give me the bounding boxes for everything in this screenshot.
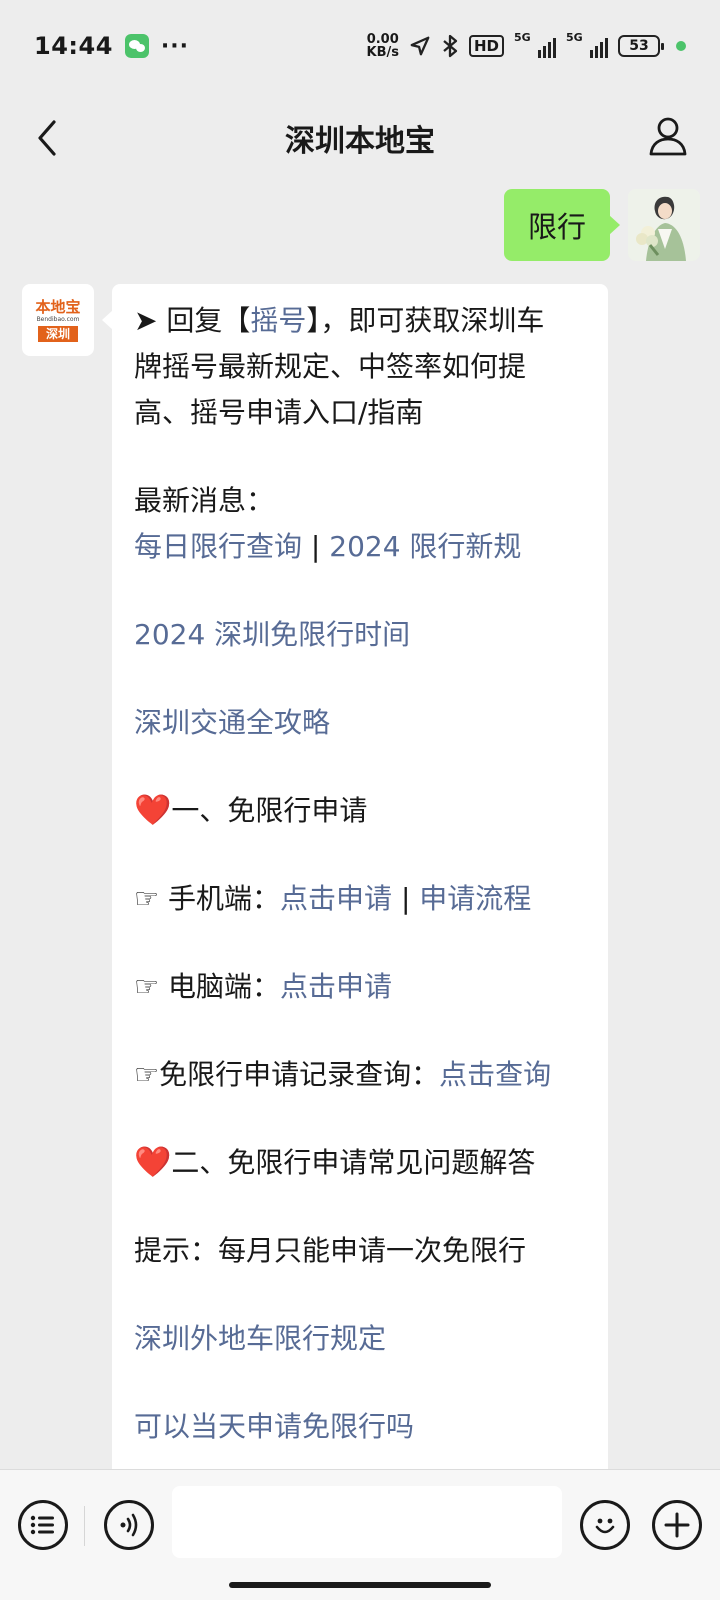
heart-icon: ❤️ [134, 793, 172, 828]
tip-text: 提示：每月只能申请一次免限行 [134, 1234, 527, 1267]
mobile-process-link[interactable]: 申请流程 [419, 882, 531, 915]
voice-icon [120, 1513, 138, 1537]
signal-icon: 5G [514, 31, 556, 58]
voice-button[interactable] [104, 1500, 154, 1550]
record-row: ☞免限行申请记录查询：点击查询 [134, 1052, 586, 1098]
user-avatar-illustration [628, 189, 700, 261]
incoming-message: 本地宝 Bendibao.com 深圳 ➤ 回复【摇号】，即可获取深圳车 牌摇号… [22, 284, 608, 1490]
signal-icon-2: 5G [566, 31, 608, 58]
bot-logo-city: 深圳 [37, 325, 78, 342]
keyword-link-yaohao[interactable]: 摇号 [250, 304, 306, 337]
intro-suffix: 】，即可获取深圳车 [306, 304, 545, 337]
user-avatar[interactable] [628, 189, 700, 261]
exempt-time-2024-link[interactable]: 2024 深圳免限行时间 [134, 612, 586, 658]
nav-bar: 深圳本地宝 [0, 92, 720, 184]
mobile-apply-link[interactable]: 点击申请 [280, 882, 392, 915]
incoming-bubble: ➤ 回复【摇号】，即可获取深圳车 牌摇号最新规定、中签率如何提 高、摇号申请入口… [102, 284, 608, 1490]
chat-area[interactable]: 限行 本地宝 Bendibao.com 深圳 ➤ 回复【摇号】，即可获取深圳车 [0, 184, 720, 1490]
bot-logo-text: 本地宝 [35, 297, 81, 316]
profile-icon[interactable] [646, 114, 690, 158]
outgoing-text: 限行 [527, 210, 586, 244]
bottom-toolbar [0, 1469, 720, 1600]
net-speed-unit: KB/s [366, 45, 399, 60]
hd-icon: HD [468, 35, 504, 57]
section2-heading: ❤️二、免限行申请常见问题解答 [134, 1140, 586, 1186]
traffic-guide-link[interactable]: 深圳交通全攻略 [134, 700, 586, 746]
pointing-hand-icon: ☞ [134, 882, 160, 915]
net-speed: 0.00 KB/s [367, 33, 399, 59]
menu-button[interactable] [18, 1500, 68, 1550]
emoji-button[interactable] [580, 1500, 630, 1550]
heart-icon: ❤️ [134, 1145, 172, 1180]
more-plus-button[interactable] [652, 1500, 702, 1550]
latest-links-row: 每日限行查询 | 2024 限行新规 [134, 524, 586, 570]
status-time: 14:44 [34, 32, 113, 60]
message-input[interactable] [172, 1486, 562, 1558]
outgoing-message: 限行 [503, 189, 700, 261]
signal-label-2: 5G [566, 31, 583, 44]
emoji-icon [595, 1518, 615, 1534]
home-indicator[interactable] [229, 1582, 491, 1588]
back-arrow-icon[interactable] [30, 116, 66, 160]
intro-line-1: ➤ 回复【摇号】，即可获取深圳车 [134, 298, 586, 344]
section2-title: 二、免限行申请常见问题解答 [171, 1146, 536, 1179]
outgoing-bubble[interactable]: 限行 [503, 189, 621, 261]
link-separator: | [302, 530, 330, 563]
battery-level: 53 [629, 38, 649, 54]
pc-label: 电脑端： [168, 970, 281, 1003]
same-day-apply-link[interactable]: 可以当天申请免限行吗 [134, 1404, 586, 1450]
battery-icon: 53 [618, 35, 664, 57]
location-arrow-icon [410, 36, 430, 56]
signal-label: 5G [514, 31, 531, 44]
record-query-link[interactable]: 点击查询 [439, 1058, 551, 1091]
section1-heading: ❤️一、免限行申请 [134, 788, 586, 834]
menu-list-icon [30, 1515, 54, 1535]
intro-line-2: 牌摇号最新规定、中签率如何提 [134, 350, 527, 383]
plus-icon [664, 1512, 690, 1538]
record-label: 免限行申请记录查询： [159, 1058, 440, 1091]
daily-restriction-query-link[interactable]: 每日限行查询 [134, 530, 302, 563]
green-dot-indicator [676, 41, 686, 51]
pointing-hand-icon: ☞ [134, 1058, 160, 1091]
intro-prefix: ➤ 回复【 [134, 304, 251, 337]
more-dots-icon: ··· [160, 33, 189, 59]
bot-avatar[interactable]: 本地宝 Bendibao.com 深圳 [22, 284, 94, 356]
intro-line-3: 高、摇号申请入口/指南 [134, 396, 424, 429]
page-title: 深圳本地宝 [285, 124, 435, 159]
bluetooth-icon [443, 34, 458, 58]
status-bar: 14:44 ··· 0.00 KB/s HD 5G 5G 53 [0, 0, 720, 92]
nonlocal-car-rules-link[interactable]: 深圳外地车限行规定 [134, 1316, 586, 1362]
pc-apply-link[interactable]: 点击申请 [280, 970, 392, 1003]
link-separator: | [392, 882, 420, 915]
pointing-hand-icon: ☞ [134, 970, 160, 1003]
pc-row: ☞ 电脑端：点击申请 [134, 964, 586, 1010]
toolbar-divider [84, 1506, 85, 1546]
mobile-label: 手机端： [168, 882, 281, 915]
rules-2024-link[interactable]: 2024 限行新规 [329, 530, 521, 563]
mobile-row: ☞ 手机端：点击申请 | 申请流程 [134, 876, 586, 922]
bot-logo-url: Bendibao.com [36, 315, 80, 323]
section1-title: 一、免限行申请 [171, 794, 368, 827]
wechat-icon [124, 34, 149, 58]
latest-news-label: 最新消息： [134, 484, 275, 517]
